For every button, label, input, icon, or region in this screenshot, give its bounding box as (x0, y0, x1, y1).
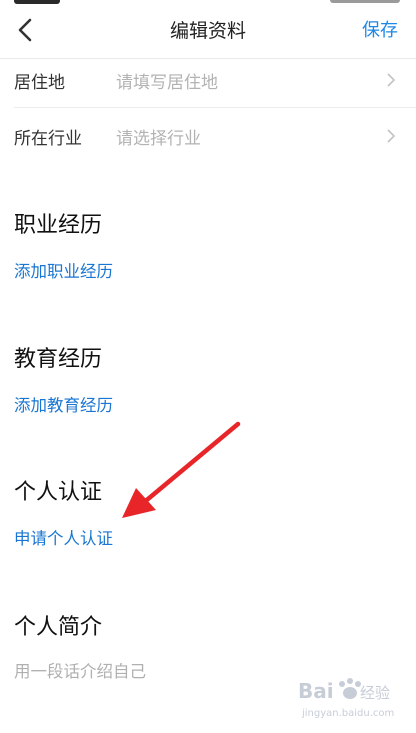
industry-placeholder: 请选择行业 (116, 129, 201, 149)
industry-label: 所在行业 (14, 129, 82, 149)
residence-placeholder: 请填写居住地 (116, 73, 218, 93)
chevron-right-icon (387, 73, 396, 87)
page-title: 编辑资料 (169, 20, 246, 42)
add-work-experience-link[interactable]: 添加职业经历 (14, 258, 113, 282)
apply-verification-link[interactable]: 申请个人认证 (14, 525, 113, 549)
add-education-link[interactable]: 添加教育经历 (14, 392, 113, 416)
verification-heading: 个人认证 (14, 480, 103, 505)
status-bar-right (330, 0, 400, 3)
watermark-site: jingyan.baidu.com (301, 708, 394, 719)
baidu-watermark: Bai 经验 jingyan.baidu.com (298, 678, 394, 719)
watermark-brand-suffix: 经验 (360, 684, 390, 702)
industry-row[interactable]: 所在行业 请选择行业 (0, 107, 416, 163)
intro-heading: 个人简介 (14, 615, 103, 640)
status-bar-left (14, 0, 60, 4)
residence-row[interactable]: 居住地 请填写居住地 (0, 52, 416, 108)
intro-input[interactable]: 用一段话介绍自己 (14, 658, 146, 682)
paw-icon (339, 678, 361, 699)
red-arrow-annotation (122, 421, 241, 518)
watermark-brand: Bai (298, 679, 334, 703)
status-bar (0, 0, 416, 6)
save-button[interactable]: 保存 (362, 16, 398, 42)
residence-label: 居住地 (14, 73, 65, 93)
education-heading: 教育经历 (14, 347, 103, 372)
work-experience-heading: 职业经历 (14, 213, 103, 238)
chevron-right-icon (387, 129, 396, 143)
